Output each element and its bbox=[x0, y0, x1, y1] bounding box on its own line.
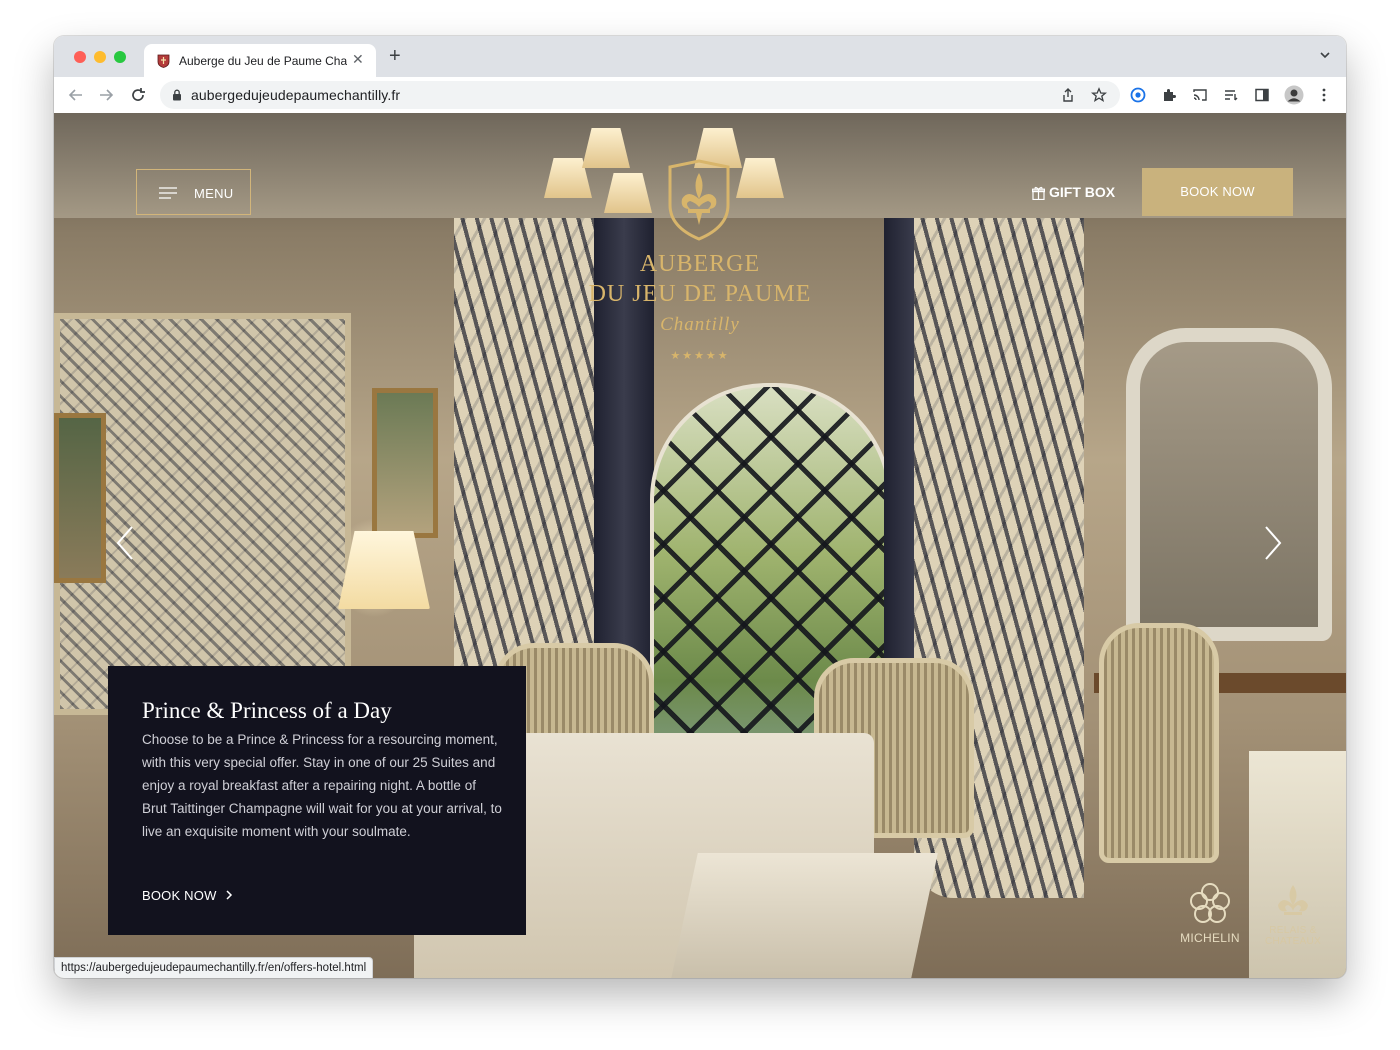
lock-icon[interactable] bbox=[172, 89, 182, 101]
tab-strip: Auberge du Jeu de Paume Cha ✕ + bbox=[54, 36, 1346, 77]
hero-painting bbox=[372, 388, 438, 538]
hero-painting-left bbox=[54, 413, 106, 583]
tab-title: Auberge du Jeu de Paume Cha bbox=[179, 54, 347, 68]
gift-icon bbox=[1032, 186, 1045, 200]
hero-lamp bbox=[338, 531, 430, 609]
michelin-badge[interactable]: MICHELIN bbox=[1174, 881, 1246, 945]
menu-label: MENU bbox=[194, 186, 234, 201]
hotel-logo[interactable]: Auberge du Jeu de Paume Chantilly ★★★★★ bbox=[580, 159, 820, 369]
star-icon[interactable] bbox=[1091, 87, 1107, 103]
more-menu-icon[interactable] bbox=[1316, 87, 1332, 103]
hero-desk-chair bbox=[1099, 623, 1219, 863]
hamburger-icon bbox=[159, 187, 177, 199]
offer-card: Prince & Princess of a Day Choose to be … bbox=[108, 666, 526, 935]
logo-line-chantilly: Chantilly bbox=[660, 314, 740, 335]
zoom-window-button[interactable] bbox=[114, 51, 126, 63]
close-tab-icon[interactable]: ✕ bbox=[352, 51, 364, 68]
logo-line-auberge: Auberge bbox=[639, 251, 761, 277]
browser-toolbar: aubergedujeudepaumechantilly.fr bbox=[54, 77, 1346, 114]
hero-bench bbox=[670, 853, 938, 978]
browser-window: Auberge du Jeu de Paume Cha ✕ + auberged… bbox=[54, 36, 1346, 978]
chevron-right-icon bbox=[225, 888, 233, 903]
relais-fleur-icon bbox=[1278, 885, 1308, 915]
offer-book-now-link[interactable]: BOOK NOW bbox=[142, 888, 233, 903]
logo-line-jeu-de-paume: du Jeu de Paume bbox=[588, 281, 812, 307]
fleur-de-lis-crest-icon bbox=[668, 159, 730, 241]
url-text[interactable]: aubergedujeudepaumechantilly.fr bbox=[191, 87, 400, 103]
reading-list-icon[interactable] bbox=[1223, 87, 1239, 103]
link-status-bar: https://aubergedujeudepaumechantilly.fr/… bbox=[54, 957, 374, 978]
slider-next-arrow-icon[interactable] bbox=[1260, 523, 1286, 563]
hero-mirror bbox=[1126, 328, 1332, 641]
puzzle-icon[interactable] bbox=[1161, 87, 1177, 103]
close-window-button[interactable] bbox=[74, 51, 86, 63]
address-bar[interactable]: aubergedujeudepaumechantilly.fr bbox=[160, 81, 1120, 109]
web-page: MENU Auberge du Jeu de Paume Chantilly ★… bbox=[54, 113, 1346, 978]
forward-arrow-icon[interactable] bbox=[96, 85, 116, 105]
relais-label: RELAIS & CHATEAUX bbox=[1264, 925, 1322, 947]
michelin-label: MICHELIN bbox=[1180, 931, 1240, 945]
minimize-window-button[interactable] bbox=[94, 51, 106, 63]
share-icon[interactable] bbox=[1060, 87, 1076, 103]
tab-search-chevron-icon[interactable] bbox=[1318, 48, 1332, 62]
offer-title: Prince & Princess of a Day bbox=[142, 698, 392, 723]
gift-box-label: GIFT BOX bbox=[1049, 184, 1116, 200]
offer-book-now-label: BOOK NOW bbox=[142, 888, 217, 903]
back-arrow-icon[interactable] bbox=[66, 85, 86, 105]
profile-avatar[interactable] bbox=[1284, 85, 1304, 105]
book-now-button[interactable]: BOOK NOW bbox=[1142, 168, 1293, 216]
extension-icon[interactable] bbox=[1130, 87, 1146, 103]
slider-prev-arrow-icon[interactable] bbox=[112, 523, 138, 563]
side-panel-icon[interactable] bbox=[1254, 87, 1270, 103]
reload-icon[interactable] bbox=[128, 85, 148, 105]
logo-stars: ★★★★★ bbox=[670, 350, 730, 362]
browser-tab[interactable]: Auberge du Jeu de Paume Cha ✕ bbox=[144, 44, 376, 77]
site-favicon-icon bbox=[157, 54, 170, 68]
offer-description: Choose to be a Prince & Princess for a r… bbox=[142, 732, 502, 839]
new-tab-button[interactable]: + bbox=[389, 45, 401, 68]
menu-button[interactable]: MENU bbox=[136, 169, 251, 215]
cast-icon[interactable] bbox=[1192, 87, 1208, 103]
relais-chateaux-badge[interactable]: RELAIS & CHATEAUX bbox=[1258, 881, 1328, 947]
michelin-flower-icon bbox=[1190, 883, 1230, 923]
